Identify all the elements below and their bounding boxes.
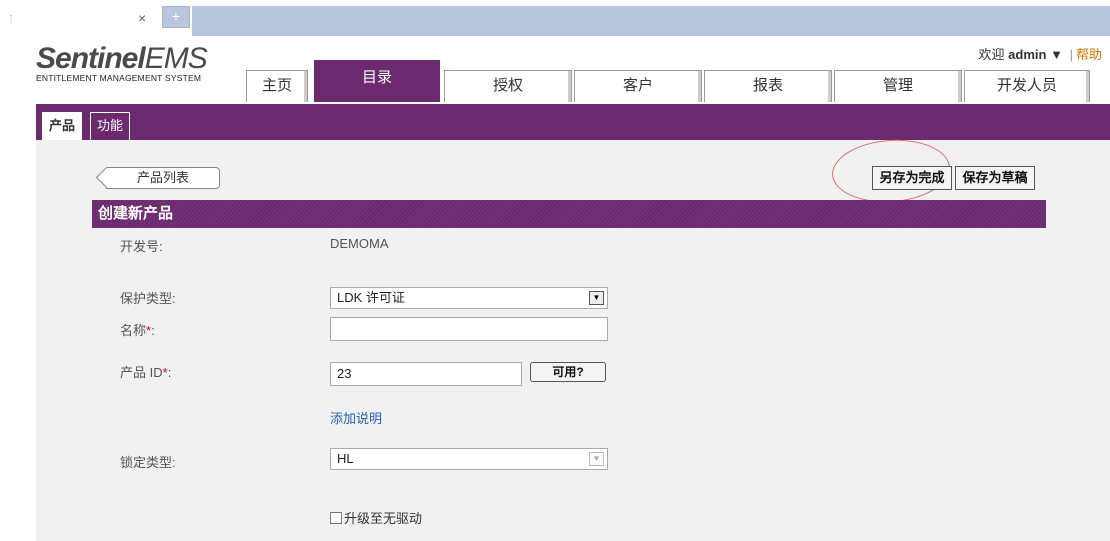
nav-tab-entitlements[interactable]: 授权 — [444, 70, 572, 102]
sentinel-ems-logo: SentinelEMS ENTITLEMENT MANAGEMENT SYSTE… — [36, 42, 208, 83]
dropdown-arrow-icon: ▼ — [589, 452, 604, 466]
app-header: SentinelEMS ENTITLEMENT MANAGEMENT SYSTE… — [0, 36, 1110, 104]
nav-tab-home[interactable]: 主页 — [246, 70, 308, 102]
sub-nav-bar: 产品 功能 — [36, 104, 1110, 140]
logo-wordmark: SentinelEMS — [36, 42, 208, 75]
save-as-draft-button[interactable]: 保存为草稿 — [955, 166, 1035, 190]
check-availability-button[interactable]: 可用? — [530, 362, 606, 382]
nav-tab-catalog[interactable]: 目录 — [314, 60, 440, 102]
browser-tab-strip: ⋮ × + — [0, 0, 1110, 36]
lock-type-label: 锁定类型: — [120, 455, 176, 470]
tab-overflow-icon: ⋮ — [6, 14, 16, 25]
developer-id-value: DEMOMA — [330, 236, 389, 251]
product-list-back-button[interactable]: 产品列表 — [106, 167, 220, 189]
nav-tab-reports[interactable]: 报表 — [704, 70, 832, 102]
product-id-label: 产品 ID*: — [120, 365, 172, 380]
main-content: 产品列表 另存为完成 保存为草稿 创建新产品 开发号: DEMOMA 保护类型:… — [36, 135, 1110, 541]
save-as-complete-button[interactable]: 另存为完成 — [872, 166, 952, 190]
upgrade-driverless-label: 升级至无驱动 — [344, 511, 423, 526]
name-input[interactable] — [330, 317, 608, 341]
user-dropdown-icon[interactable]: ▼ — [1050, 47, 1063, 62]
subtab-features[interactable]: 功能 — [90, 112, 131, 140]
checkbox-box[interactable] — [330, 512, 342, 524]
nav-tab-developer[interactable]: 开发人员 — [964, 70, 1090, 102]
logo-subtitle: ENTITLEMENT MANAGEMENT SYSTEM — [36, 73, 202, 83]
lock-type-select[interactable]: HL ▼ — [330, 448, 608, 470]
product-id-input[interactable]: 23 — [330, 362, 522, 386]
developer-id-label: 开发号: — [120, 239, 163, 254]
userbar-separator: | — [1069, 47, 1073, 62]
help-link[interactable]: 帮助 — [1076, 47, 1102, 62]
welcome-text: 欢迎 — [978, 47, 1005, 62]
username-menu[interactable]: admin — [1008, 47, 1046, 62]
protection-type-label: 保护类型: — [120, 291, 176, 306]
user-bar: 欢迎 admin ▼ | 帮助 — [979, 44, 1102, 63]
new-tab-button[interactable]: + — [162, 6, 190, 28]
dropdown-arrow-icon: ▼ — [589, 291, 604, 305]
subtab-products[interactable]: 产品 — [42, 112, 83, 140]
name-label: 名称*: — [120, 323, 155, 338]
nav-tab-customers[interactable]: 客户 — [574, 70, 702, 102]
tab-bar-background — [192, 6, 1110, 36]
section-title: 创建新产品 — [92, 200, 1046, 228]
protection-type-value: LDK 许可证 — [337, 290, 405, 305]
lock-type-value: HL — [337, 451, 354, 466]
close-tab-icon[interactable]: × — [138, 10, 146, 26]
nav-tab-admin[interactable]: 管理 — [834, 70, 962, 102]
protection-type-select[interactable]: LDK 许可证 ▼ — [330, 287, 608, 309]
upgrade-driverless-checkbox[interactable]: 升级至无驱动 — [330, 508, 422, 527]
add-description-link[interactable]: 添加说明 — [330, 408, 382, 427]
